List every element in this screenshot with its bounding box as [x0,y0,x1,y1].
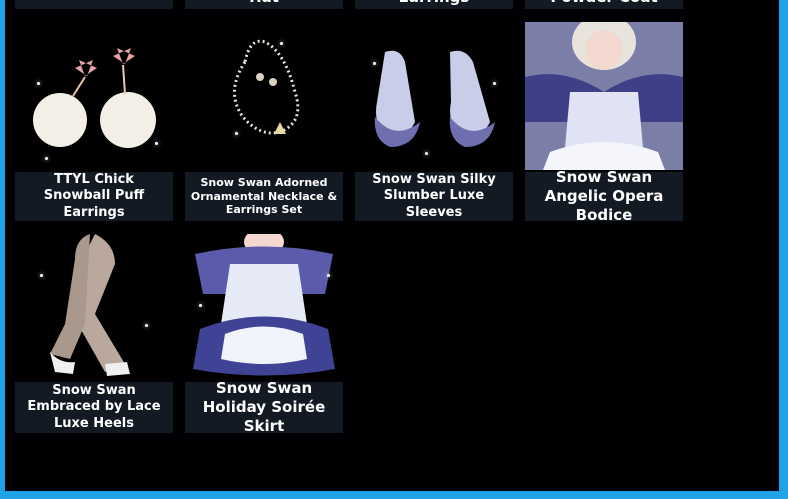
item-thumbnail [355,22,513,170]
item-label: Snow Swan Adorned Ornamental Necklace & … [185,172,343,221]
item-label: TTYL Chick Snowball Puff Earrings [15,172,173,221]
item-thumbnail [15,22,173,170]
item-thumbnail [185,234,343,382]
heels-icon [50,234,130,376]
item-card[interactable]: Snow Swan Embraced by Lace Luxe Heels [15,234,173,433]
item-label: Snow Swan Silky Slumber Luxe Sleeves [355,172,513,221]
snowball-earrings-icon [33,48,156,148]
sleeves-icon [374,50,495,147]
item-label: Snow Swan Embraced by Lace Luxe Heels [15,382,173,433]
item-grid-panel: Hat Earrings Powder Coat TTYL Chick Snow… [5,0,779,491]
item-label [15,0,173,9]
item-card[interactable]: TTYL Chick Snowball Puff Earrings [15,22,173,221]
item-card[interactable]: Snow Swan Holiday Soirée Skirt [185,234,343,435]
item-thumbnail [525,22,683,170]
item-label: Earrings [355,0,513,9]
bodice-icon [525,22,683,170]
item-card[interactable]: Snow Swan Silky Slumber Luxe Sleeves [355,22,513,221]
item-label: Snow Swan Angelic Opera Bodice [525,168,683,224]
item-label: Hat [185,0,343,9]
item-thumbnail [15,234,173,382]
item-label: Snow Swan Holiday Soirée Skirt [185,379,343,435]
skirt-icon [193,234,335,376]
necklace-icon [233,39,300,135]
item-card[interactable]: Snow Swan Angelic Opera Bodice [525,22,683,224]
item-thumbnail [185,22,343,170]
item-label: Powder Coat [525,0,683,9]
item-card[interactable]: Snow Swan Adorned Ornamental Necklace & … [185,22,343,221]
